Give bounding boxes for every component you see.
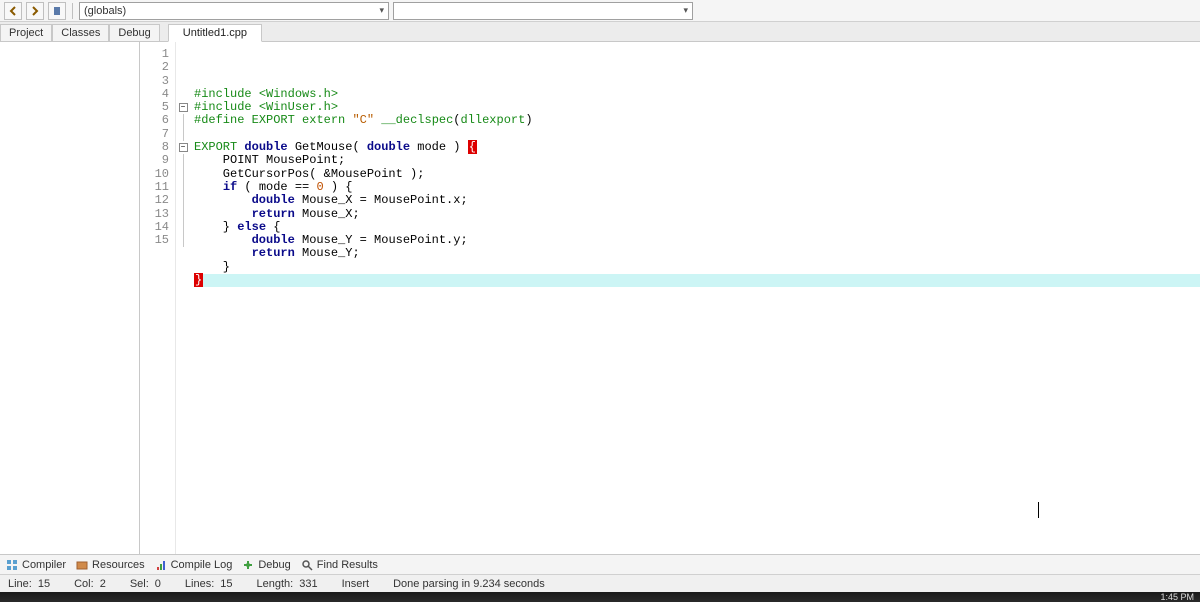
code-line[interactable]: if ( mode == 0 ) { (194, 181, 1200, 194)
fold-slot (176, 128, 190, 141)
bottom-tab-label: Resources (92, 559, 145, 571)
compiler-icon (6, 559, 18, 571)
code-line[interactable]: POINT MousePoint; (194, 154, 1200, 167)
line-number: 2 (140, 61, 169, 74)
status-lines: Lines 15 (185, 578, 233, 590)
line-number: 13 (140, 208, 169, 221)
status-message: Done parsing in 9.234 seconds (393, 578, 545, 590)
tab-debug[interactable]: Debug (109, 24, 159, 41)
fold-slot (176, 194, 190, 207)
fold-slot (176, 61, 190, 74)
bottom-tab-label: Compile Log (171, 559, 233, 571)
compilelog-icon (155, 559, 167, 571)
fold-gutter[interactable]: −− (176, 42, 190, 554)
status-line: Line 15 (8, 578, 50, 590)
line-number: 8 (140, 141, 169, 154)
toolbar-divider (72, 3, 73, 19)
fold-slot: − (176, 101, 190, 114)
line-number: 15 (140, 234, 169, 247)
fold-slot (176, 181, 190, 194)
status-bar: Line 15 Col 2 Sel 0 Lines 15 Length 331 … (0, 574, 1200, 592)
chevron-down-icon: ▾ (379, 5, 384, 16)
fold-slot (176, 234, 190, 247)
forward-button[interactable] (26, 2, 44, 20)
line-number: 1 (140, 48, 169, 61)
bottom-tab-label: Find Results (317, 559, 378, 571)
resources-icon (76, 559, 88, 571)
text-cursor (1038, 502, 1039, 518)
line-number: 7 (140, 128, 169, 141)
line-number: 6 (140, 114, 169, 127)
line-number: 14 (140, 221, 169, 234)
fold-slot (176, 114, 190, 127)
fold-slot (176, 221, 190, 234)
line-number: 12 (140, 194, 169, 207)
bottom-tabs: Compiler Resources Compile Log Debug Fin… (0, 554, 1200, 574)
scope-combo[interactable]: (globals) ▾ (79, 2, 389, 20)
code-line[interactable]: } else { (194, 221, 1200, 234)
fold-slot (176, 154, 190, 167)
project-sidebar[interactable] (0, 42, 140, 554)
file-tab[interactable]: Untitled1.cpp (168, 24, 262, 42)
status-length: Length 331 (257, 578, 318, 590)
code-line[interactable]: #include <Windows.h> (194, 88, 1200, 101)
fold-slot (176, 208, 190, 221)
status-insert-mode: Insert (342, 578, 370, 590)
code-line[interactable]: } (194, 261, 1200, 274)
scope-combo-value: (globals) (84, 5, 126, 17)
bottom-tab-findresults[interactable]: Find Results (301, 559, 378, 571)
line-number: 4 (140, 88, 169, 101)
find-icon (301, 559, 313, 571)
bottom-tab-compilelog[interactable]: Compile Log (155, 559, 233, 571)
fold-toggle[interactable]: − (179, 103, 188, 112)
tabs-row: Project Classes Debug Untitled1.cpp (0, 22, 1200, 42)
debug-icon (242, 559, 254, 571)
code-line[interactable]: double Mouse_X = MousePoint.x; (194, 194, 1200, 207)
bottom-tab-debug[interactable]: Debug (242, 559, 290, 571)
bottom-tab-resources[interactable]: Resources (76, 559, 145, 571)
line-number: 9 (140, 154, 169, 167)
bookmark-button[interactable] (48, 2, 66, 20)
code-line[interactable]: } (194, 274, 1200, 287)
fold-slot: − (176, 141, 190, 154)
code-line[interactable]: #include <WinUser.h> (194, 101, 1200, 114)
line-number: 3 (140, 75, 169, 88)
line-number: 5 (140, 101, 169, 114)
back-button[interactable] (4, 2, 22, 20)
function-combo[interactable]: ▾ (393, 2, 693, 20)
fold-slot (176, 168, 190, 181)
main-area: 123456789101112131415 −− #include <Windo… (0, 42, 1200, 554)
line-number-gutter: 123456789101112131415 (140, 42, 176, 554)
fold-slot (176, 88, 190, 101)
code-line[interactable] (194, 128, 1200, 141)
chevron-down-icon: ▾ (683, 5, 688, 16)
taskbar-clock: 1:45 PM (1160, 592, 1194, 602)
tab-classes[interactable]: Classes (52, 24, 109, 41)
bottom-tab-label: Debug (258, 559, 290, 571)
code-line[interactable]: EXPORT double GetMouse( double mode ) { (194, 141, 1200, 154)
panel-tabs: Project Classes Debug (0, 24, 160, 41)
code-line[interactable]: double Mouse_Y = MousePoint.y; (194, 234, 1200, 247)
fold-slot (176, 48, 190, 61)
line-number: 10 (140, 168, 169, 181)
status-col: Col 2 (74, 578, 106, 590)
bottom-tab-compiler[interactable]: Compiler (6, 559, 66, 571)
taskbar[interactable]: 1:45 PM (0, 592, 1200, 602)
toolbar: (globals) ▾ ▾ (0, 0, 1200, 22)
code-area[interactable]: #include <Windows.h>#include <WinUser.h>… (190, 42, 1200, 554)
fold-toggle[interactable]: − (179, 143, 188, 152)
code-line[interactable]: GetCursorPos( &MousePoint ); (194, 168, 1200, 181)
line-number: 11 (140, 181, 169, 194)
code-line[interactable]: return Mouse_Y; (194, 247, 1200, 260)
tab-project[interactable]: Project (0, 24, 52, 41)
fold-slot (176, 75, 190, 88)
code-editor[interactable]: 123456789101112131415 −− #include <Windo… (140, 42, 1200, 554)
status-sel: Sel 0 (130, 578, 161, 590)
code-line[interactable]: return Mouse_X; (194, 208, 1200, 221)
code-line[interactable]: #define EXPORT extern "C" __declspec(dll… (194, 114, 1200, 127)
bottom-tab-label: Compiler (22, 559, 66, 571)
